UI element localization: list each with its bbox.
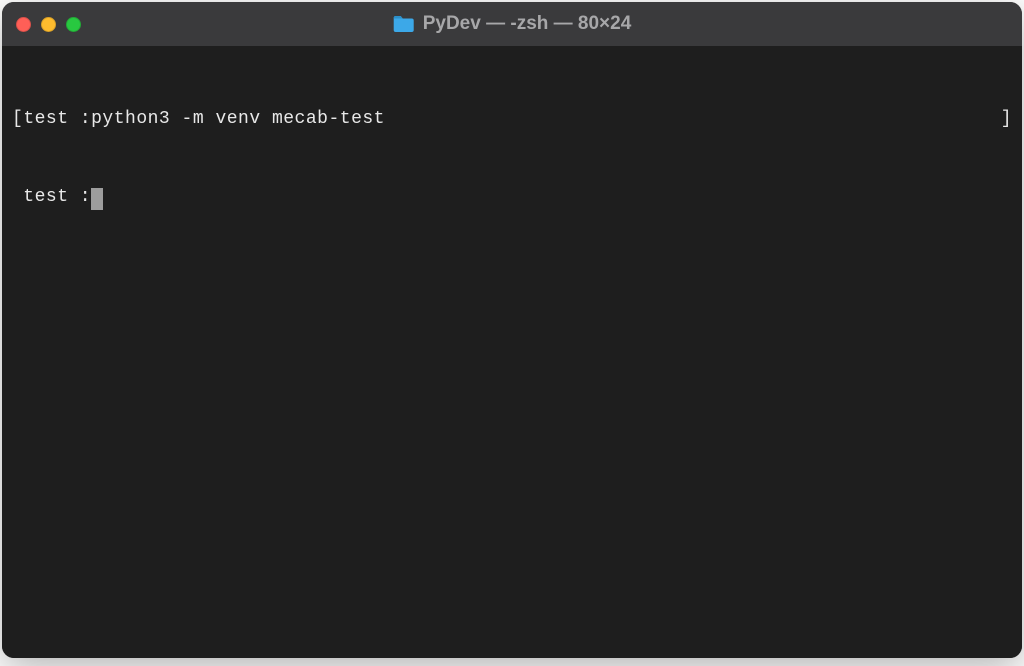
close-button[interactable] xyxy=(16,17,31,32)
title-bar: PyDev — -zsh — 80×24 xyxy=(2,2,1022,46)
prompt-2: test : xyxy=(12,184,91,210)
terminal-body[interactable]: [test :python3 -m venv mecab-test ] test… xyxy=(2,46,1022,658)
command-1: python3 -m venv mecab-test xyxy=(91,109,385,129)
bracket-close: ] xyxy=(1001,106,1012,132)
terminal-line-2: test : xyxy=(12,184,1012,210)
bracket-open: [ xyxy=(12,109,23,129)
maximize-button[interactable] xyxy=(66,17,81,32)
minimize-button[interactable] xyxy=(41,17,56,32)
prompt-1: test : xyxy=(23,109,91,129)
terminal-window: PyDev — -zsh — 80×24 [test :python3 -m v… xyxy=(2,2,1022,658)
cursor xyxy=(91,188,103,210)
folder-icon xyxy=(393,15,415,33)
window-title-area: PyDev — -zsh — 80×24 xyxy=(393,13,632,35)
terminal-line-1: [test :python3 -m venv mecab-test ] xyxy=(12,106,1012,132)
traffic-lights xyxy=(16,17,81,32)
window-title: PyDev — -zsh — 80×24 xyxy=(423,13,632,35)
